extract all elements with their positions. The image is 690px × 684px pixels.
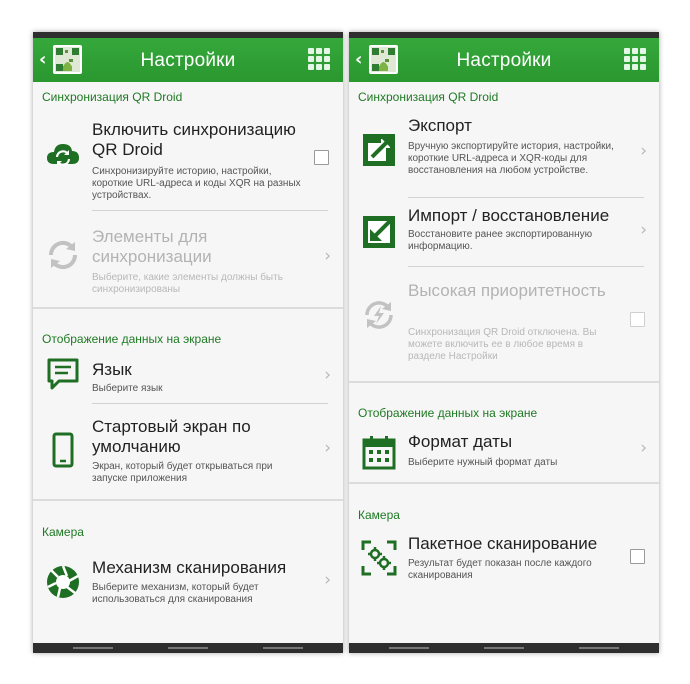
calendar-icon xyxy=(361,434,397,470)
settings-list: Синхронизация QR Droid Экспорт Вручную э… xyxy=(349,82,659,643)
item-summary: Синхронизируйте историю, настройки, коро… xyxy=(92,166,301,201)
item-summary: Выберите нужный формат даты xyxy=(408,457,558,468)
grid-menu-icon[interactable] xyxy=(624,48,646,70)
chevron-right-icon: › xyxy=(324,246,331,266)
item-summary: Вручную экспортируйте история, настройки… xyxy=(408,141,614,176)
chevron-right-icon: › xyxy=(324,438,331,458)
section-header-camera: Камера xyxy=(358,508,400,522)
item-title: Элементы для синхронизации xyxy=(92,227,212,266)
item-summary: Выберите язык xyxy=(92,383,163,394)
page-title: Настройки xyxy=(456,50,552,71)
sync-items-item[interactable]: Элементы для синхронизации Выберите, как… xyxy=(33,211,343,307)
cloud-sync-icon xyxy=(45,136,81,172)
section-header-display: Отображение данных на экране xyxy=(358,406,538,420)
item-title: Включить синхронизацию QR Droid xyxy=(92,120,296,159)
item-title: Формат даты xyxy=(408,432,513,451)
settings-list: Синхронизация QR Droid Включить синхрони… xyxy=(33,82,343,643)
chevron-right-icon: › xyxy=(640,141,647,161)
import-item[interactable]: Импорт / восстановление Восстановите ран… xyxy=(349,198,659,266)
section-divider xyxy=(33,499,343,501)
smartphone-icon xyxy=(45,432,81,468)
batch-scan-item[interactable]: Пакетное сканирование Результат будет по… xyxy=(349,528,659,598)
item-title: Стартовый экран по умолчанию xyxy=(92,417,251,456)
speech-bubble-icon xyxy=(45,356,81,392)
import-icon xyxy=(361,214,397,250)
export-icon xyxy=(361,132,397,168)
sync-arrows-icon xyxy=(45,237,81,273)
item-summary: Выберите механизм, который будет использ… xyxy=(92,582,259,605)
high-priority-item[interactable]: Высокая приоритетность Синхронизация QR … xyxy=(349,267,659,381)
startup-screen-item[interactable]: Стартовый экран по умолчанию Экран, кото… xyxy=(33,404,343,499)
item-title: Пакетное сканирование xyxy=(408,534,598,553)
settings-screen-left: ‹ Настройки Синхронизация QR Droid Включ… xyxy=(33,32,343,653)
navigation-bar xyxy=(33,643,343,653)
item-title: Экспорт xyxy=(408,116,472,135)
camera-shutter-icon xyxy=(45,564,81,600)
chevron-right-icon: › xyxy=(324,570,331,590)
item-title: Язык xyxy=(92,360,132,379)
section-divider xyxy=(33,307,343,309)
item-summary: Восстановите ранее экспортированную инфо… xyxy=(408,229,593,252)
date-format-item[interactable]: Формат даты Выберите нужный формат даты … xyxy=(349,424,659,482)
chevron-right-icon: › xyxy=(640,220,647,240)
grid-menu-icon[interactable] xyxy=(308,48,330,70)
item-title: Механизм сканирования xyxy=(92,558,287,577)
language-item[interactable]: Язык Выберите язык › xyxy=(33,352,343,403)
item-title: Импорт / восстановление xyxy=(408,206,610,225)
app-bar: ‹ Настройки xyxy=(349,38,659,82)
item-summary: Выберите, какие элементы должны быть син… xyxy=(92,272,283,295)
settings-screen-right: ‹ Настройки Синхронизация QR Droid Экспо… xyxy=(349,32,659,653)
section-header-display: Отображение данных на экране xyxy=(42,332,222,346)
chevron-right-icon: › xyxy=(324,365,331,385)
section-header-camera: Камера xyxy=(42,525,84,539)
sync-enable-item[interactable]: Включить синхронизацию QR Droid Синхрони… xyxy=(33,114,343,210)
high-priority-checkbox[interactable] xyxy=(630,312,645,327)
priority-sync-icon xyxy=(361,297,397,333)
export-item[interactable]: Экспорт Вручную экспортируйте история, н… xyxy=(349,108,659,197)
navigation-bar xyxy=(349,643,659,653)
scan-engine-item[interactable]: Механизм сканирования Выберите механизм,… xyxy=(33,544,343,642)
batch-scan-icon xyxy=(361,540,397,576)
item-title: Высокая приоритетность xyxy=(408,281,606,300)
item-summary: Синхронизация QR Droid отключена. Вы мож… xyxy=(408,327,597,362)
item-summary: Экран, который будет открываться при зап… xyxy=(92,461,273,484)
app-bar: ‹ Настройки xyxy=(33,38,343,82)
chevron-right-icon: › xyxy=(640,438,647,458)
batch-scan-checkbox[interactable] xyxy=(630,549,645,564)
section-header-sync: Синхронизация QR Droid xyxy=(358,90,499,104)
section-divider xyxy=(349,482,659,484)
sync-checkbox[interactable] xyxy=(314,150,329,165)
item-summary: Результат будет показан после каждого ск… xyxy=(408,558,592,581)
section-header-sync: Синхронизация QR Droid xyxy=(42,90,183,104)
section-divider xyxy=(349,381,659,383)
page-title: Настройки xyxy=(140,50,236,71)
